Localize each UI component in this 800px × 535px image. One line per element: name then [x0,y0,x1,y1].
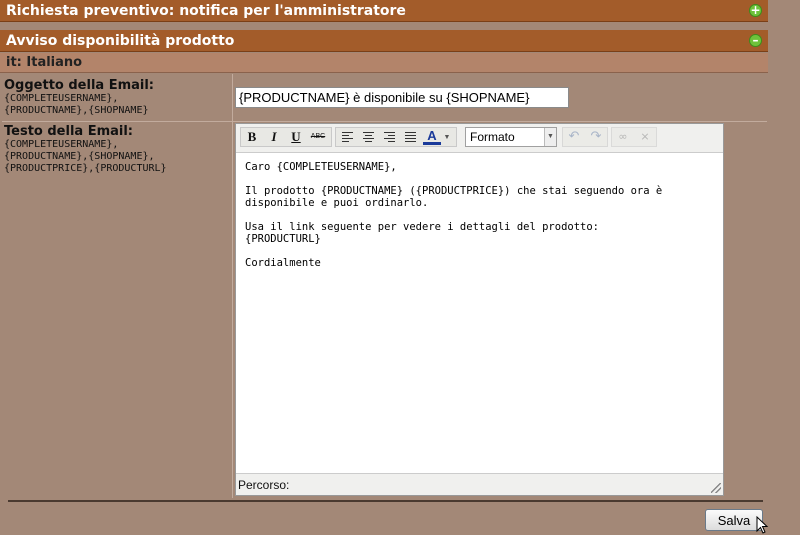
footer-divider [8,500,763,502]
section-title-availability: Avviso disponibilità prodotto [6,33,235,49]
minus-icon[interactable]: – [749,34,762,47]
italic-button[interactable]: I [265,129,283,145]
align-center-button[interactable] [359,129,377,145]
align-right-button[interactable] [380,129,398,145]
undo-icon[interactable]: ↶ [565,129,583,145]
align-justify-icon [405,132,416,142]
body-paragraph: Usa il link seguente per vedere i dettag… [245,221,600,245]
subject-variables: {COMPLETEUSERNAME}, {PRODUCTNAME},{SHOPN… [4,93,149,116]
body-label: Testo della Email: [4,124,134,139]
subject-label-cell: Oggetto della Email: {COMPLETEUSERNAME},… [4,78,230,117]
section-header-availability[interactable]: Avviso disponibilità prodotto – [0,30,768,52]
section-header-admin-quote[interactable]: Richiesta preventivo: notifica per l'amm… [0,0,768,22]
language-row: it: Italiano [0,53,768,73]
chevron-down-icon: ▼ [544,128,556,146]
body-label-cell: Testo della Email: {COMPLETEUSERNAME}, {… [4,124,230,175]
body-paragraph: Il prodotto {PRODUCTNAME} ({PRODUCTPRICE… [245,185,663,209]
column-divider [232,74,233,498]
format-select-value: Formato [470,130,515,144]
plus-icon[interactable]: + [749,4,762,17]
text-color-button[interactable]: A [423,129,441,145]
body-paragraph: Caro {COMPLETEUSERNAME}, [245,161,397,173]
body-paragraph: Cordialmente [245,257,321,269]
text-color-dropdown-icon[interactable]: ▼ [442,129,452,145]
section-title-admin-quote: Richiesta preventivo: notifica per l'amm… [6,3,406,19]
history-group: ↶ ↷ [562,127,608,147]
email-body-editor[interactable]: Caro {COMPLETEUSERNAME}, Il prodotto {PR… [236,153,723,473]
subject-label: Oggetto della Email: [4,78,155,93]
row-divider [2,121,767,122]
body-variables: {COMPLETEUSERNAME}, {PRODUCTNAME},{SHOPN… [4,139,167,174]
strikethrough-button[interactable]: ABC [309,129,327,145]
save-button[interactable]: Salva [705,509,763,531]
alignment-group: A ▼ [335,127,457,147]
link-group: ∞ ⨯ [611,127,657,147]
path-label: Percorso: [238,478,290,492]
bold-button[interactable]: B [243,129,261,145]
text-style-group: B I U ABC [240,127,332,147]
align-right-icon [384,132,395,142]
underline-button[interactable]: U [287,129,305,145]
redo-icon[interactable]: ↷ [587,129,605,145]
editor-toolbar: B I U ABC A ▼ Formato ▼ ↶ ↷ ∞ ⨯ [236,124,723,153]
align-center-icon [363,132,374,142]
align-left-button[interactable] [338,129,356,145]
subject-input[interactable] [235,87,569,108]
format-select[interactable]: Formato ▼ [465,127,557,147]
resize-handle-icon[interactable] [711,483,721,493]
link-icon[interactable]: ∞ [614,129,632,145]
editor-statusbar: Percorso: [236,473,723,495]
rich-text-editor: B I U ABC A ▼ Formato ▼ ↶ ↷ ∞ ⨯ Caro {CO… [235,123,724,496]
align-justify-button[interactable] [401,129,419,145]
unlink-icon[interactable]: ⨯ [636,129,654,145]
align-left-icon [342,132,353,142]
mouse-cursor-icon [756,516,769,534]
